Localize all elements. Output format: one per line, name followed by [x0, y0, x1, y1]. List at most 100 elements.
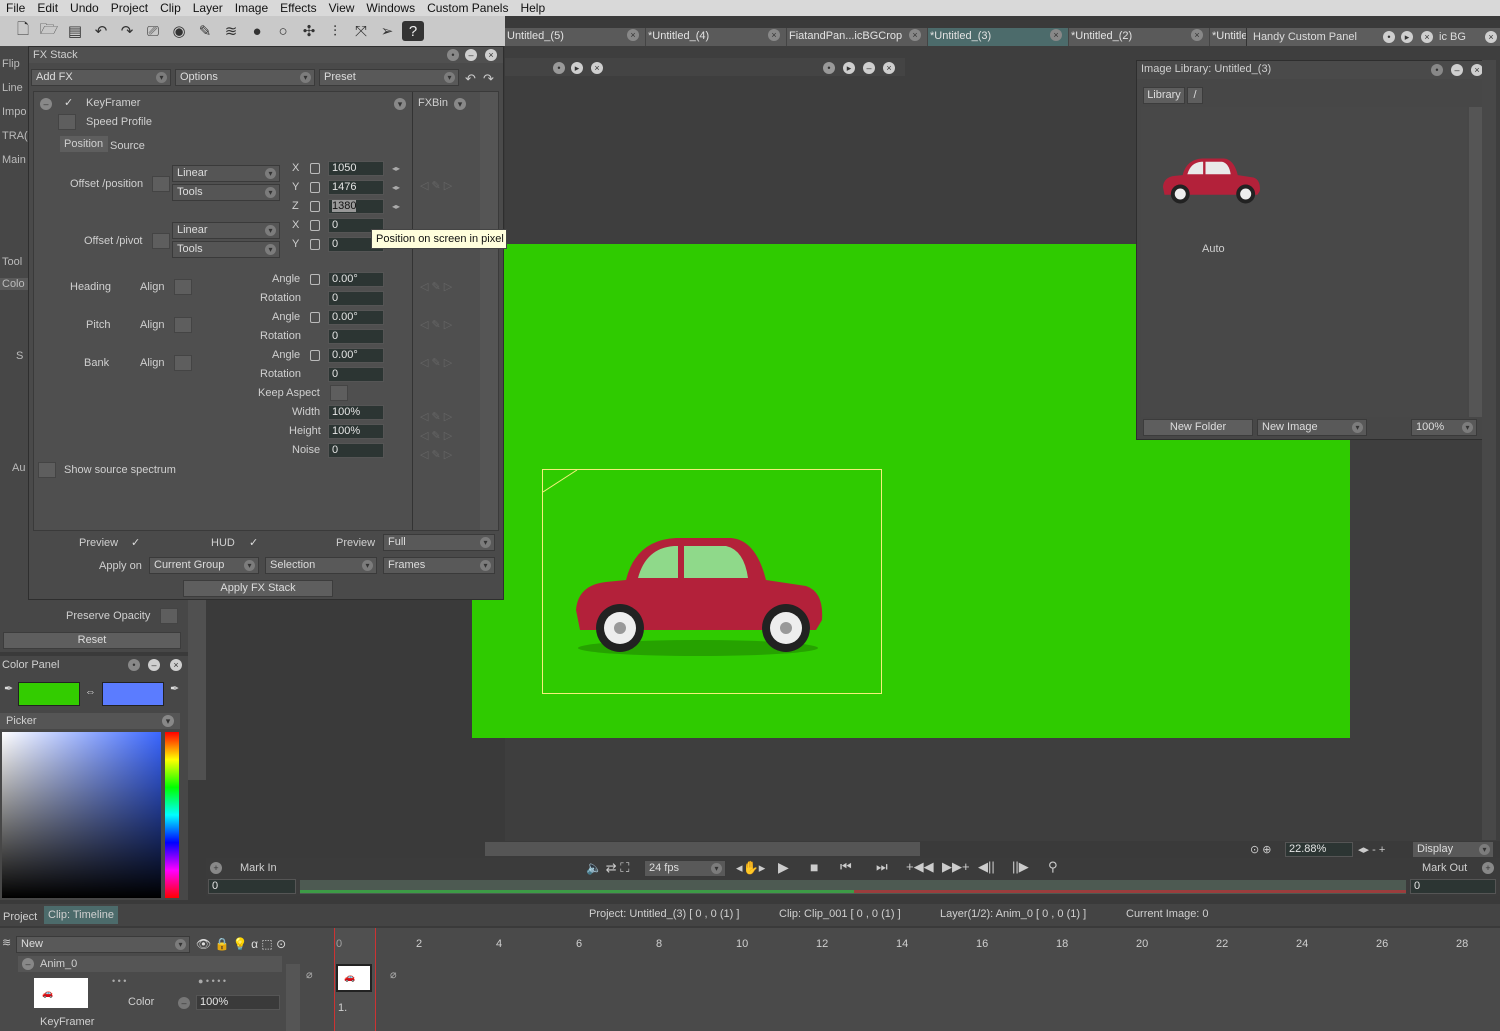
- primary-color-swatch[interactable]: [18, 682, 80, 706]
- fence-icon[interactable]: ⫶: [324, 21, 346, 41]
- tools-dropdown[interactable]: Tools ▾: [172, 241, 280, 258]
- height-field[interactable]: 100%: [328, 424, 384, 439]
- mark-in-field[interactable]: 0: [208, 879, 296, 894]
- document-tab[interactable]: Untitled_(5) ×: [505, 28, 646, 46]
- audio-icon[interactable]: 🔈 ⇄ ⛶: [586, 860, 629, 876]
- menu-item[interactable]: View: [323, 1, 361, 15]
- tools-dropdown[interactable]: Tools ▾: [172, 184, 280, 201]
- tab-position[interactable]: Position: [60, 136, 108, 152]
- redo-icon[interactable]: ↷: [116, 21, 138, 41]
- new-file-icon[interactable]: 🗋: [12, 21, 34, 41]
- timeline-side-scroll[interactable]: [286, 964, 300, 1031]
- new-layer-dropdown[interactable]: New ▾: [16, 936, 190, 953]
- mark-out-field[interactable]: 0: [1410, 879, 1496, 894]
- zoom-stepper-icon[interactable]: ◂▸ - +: [1358, 843, 1385, 856]
- close-icon[interactable]: ×: [909, 29, 921, 41]
- keyframe-nav-icon[interactable]: ◁ ✎ ▷: [420, 410, 452, 423]
- lock-icon[interactable]: [310, 239, 320, 250]
- selection-dropdown[interactable]: Selection ▾: [265, 557, 377, 574]
- library-breadcrumb[interactable]: Library: [1143, 87, 1185, 104]
- redo-icon[interactable]: ↷: [483, 71, 494, 87]
- color-picker-area[interactable]: [2, 732, 161, 898]
- menu-item[interactable]: Effects: [274, 1, 322, 15]
- interp-dropdown[interactable]: Linear ▾: [172, 222, 280, 239]
- position-z-field[interactable]: 1380: [328, 199, 384, 214]
- marker-icon[interactable]: ⚲: [1048, 859, 1058, 875]
- last-frame-icon[interactable]: ⏭: [876, 859, 888, 875]
- canvas-vertical-scrollbar[interactable]: [1482, 60, 1496, 840]
- layer-row[interactable]: – Anim_0: [18, 956, 282, 972]
- menu-item[interactable]: Windows: [360, 1, 421, 15]
- frames-dropdown[interactable]: Frames ▾: [383, 557, 495, 574]
- keyframe-nav-icon[interactable]: ◁ ✎ ▷: [420, 179, 452, 192]
- lock-icon[interactable]: [310, 274, 320, 285]
- keep-aspect-checkbox[interactable]: [330, 385, 348, 401]
- timeline-scrubber[interactable]: [300, 880, 1406, 894]
- heading-align-checkbox[interactable]: [174, 279, 192, 295]
- swap-colors-icon[interactable]: ⇔: [85, 686, 96, 698]
- position-x-field[interactable]: 1050: [328, 161, 384, 176]
- fxbin-label[interactable]: FXBin: [418, 97, 448, 109]
- add-mark-icon[interactable]: +: [210, 862, 222, 874]
- first-frame-icon[interactable]: ⏮: [840, 859, 852, 875]
- document-tab[interactable]: *Untitled_(2) ×: [1069, 28, 1210, 46]
- play-icon[interactable]: ▸: [1401, 31, 1413, 43]
- car-thumbnail[interactable]: [1159, 155, 1263, 207]
- checkmark-icon[interactable]: ✓: [249, 536, 258, 549]
- collapse-icon[interactable]: –: [22, 958, 34, 970]
- heading-angle-field[interactable]: 0.00°: [328, 272, 384, 287]
- layer-tools-icon[interactable]: 👁 🔒 💡 α ⬚ ⊙: [196, 937, 286, 951]
- menu-item[interactable]: Help: [514, 1, 551, 15]
- new-folder-button[interactable]: New Folder: [1143, 419, 1253, 436]
- dock-item[interactable]: Flip: [0, 58, 28, 70]
- close-icon[interactable]: ×: [1050, 29, 1062, 41]
- pin-icon[interactable]: ●: [246, 21, 268, 41]
- tab-source[interactable]: Source: [110, 140, 145, 152]
- menu-item[interactable]: Project: [105, 1, 154, 15]
- menu-item[interactable]: Custom Panels: [421, 1, 514, 15]
- frame-cell[interactable]: 🚗: [336, 964, 372, 992]
- add-fx-dropdown[interactable]: Add FX ▾: [31, 69, 171, 86]
- close-icon[interactable]: ×: [627, 29, 639, 41]
- custom-panel-tab[interactable]: Handy Custom Panel • ▸ × ic BG ×: [1246, 28, 1500, 46]
- secondary-color-swatch[interactable]: [102, 682, 164, 706]
- timeline-ruler[interactable]: 0 2 4 6 8 10 12 14 16 18 20 22 24 26 28: [300, 928, 1500, 950]
- apply-fx-stack-button[interactable]: Apply FX Stack: [183, 580, 333, 597]
- vertical-scrollbar[interactable]: [188, 600, 206, 780]
- pitch-angle-field[interactable]: 0.00°: [328, 310, 384, 325]
- layer-thumbnail[interactable]: 🚗: [34, 978, 88, 1008]
- reset-button[interactable]: Reset: [3, 632, 181, 649]
- noise-field[interactable]: 0: [328, 443, 384, 458]
- canvas-horizontal-scrollbar[interactable]: [485, 842, 920, 856]
- stepper-icon[interactable]: ◂▸: [392, 183, 400, 192]
- stamp-icon[interactable]: ✣: [298, 21, 320, 41]
- chevron-down-icon[interactable]: ▾: [454, 98, 466, 110]
- close-icon[interactable]: ×: [1485, 31, 1497, 43]
- heading-rotation-field[interactable]: 0: [328, 291, 384, 306]
- play-icon[interactable]: ▸: [571, 62, 583, 74]
- close-icon[interactable]: ×: [1191, 29, 1203, 41]
- current-group-dropdown[interactable]: Current Group ▾: [149, 557, 259, 574]
- stop-icon[interactable]: ■: [810, 859, 818, 875]
- scrollbar[interactable]: [480, 92, 498, 530]
- color-wheel-icon[interactable]: ◉: [168, 21, 190, 41]
- close-icon[interactable]: ×: [170, 659, 182, 671]
- document-tab[interactable]: *Untitled_(3) ×: [928, 28, 1069, 46]
- menu-item[interactable]: Layer: [187, 1, 229, 15]
- position-y-field[interactable]: 1476: [328, 180, 384, 195]
- collapse-icon[interactable]: –: [40, 98, 52, 110]
- hue-slider[interactable]: [165, 732, 179, 898]
- close-icon[interactable]: ×: [1421, 31, 1433, 43]
- menu-item[interactable]: Clip: [154, 1, 187, 15]
- options-dropdown[interactable]: Options ▾: [175, 69, 315, 86]
- layer-opacity-field[interactable]: 100%: [196, 995, 280, 1010]
- library-scrollbar[interactable]: [1469, 107, 1483, 417]
- brush-icon[interactable]: ✎: [194, 21, 216, 41]
- dock-item[interactable]: Au: [0, 462, 28, 474]
- minimize-icon[interactable]: –: [148, 659, 160, 671]
- dock-item[interactable]: Main: [0, 154, 28, 166]
- bank-angle-field[interactable]: 0.00°: [328, 348, 384, 363]
- bank-align-checkbox[interactable]: [174, 355, 192, 371]
- keyframe-nav-icon[interactable]: ◁ ✎ ▷: [420, 318, 452, 331]
- next-key-icon[interactable]: ▶▶+: [942, 859, 970, 875]
